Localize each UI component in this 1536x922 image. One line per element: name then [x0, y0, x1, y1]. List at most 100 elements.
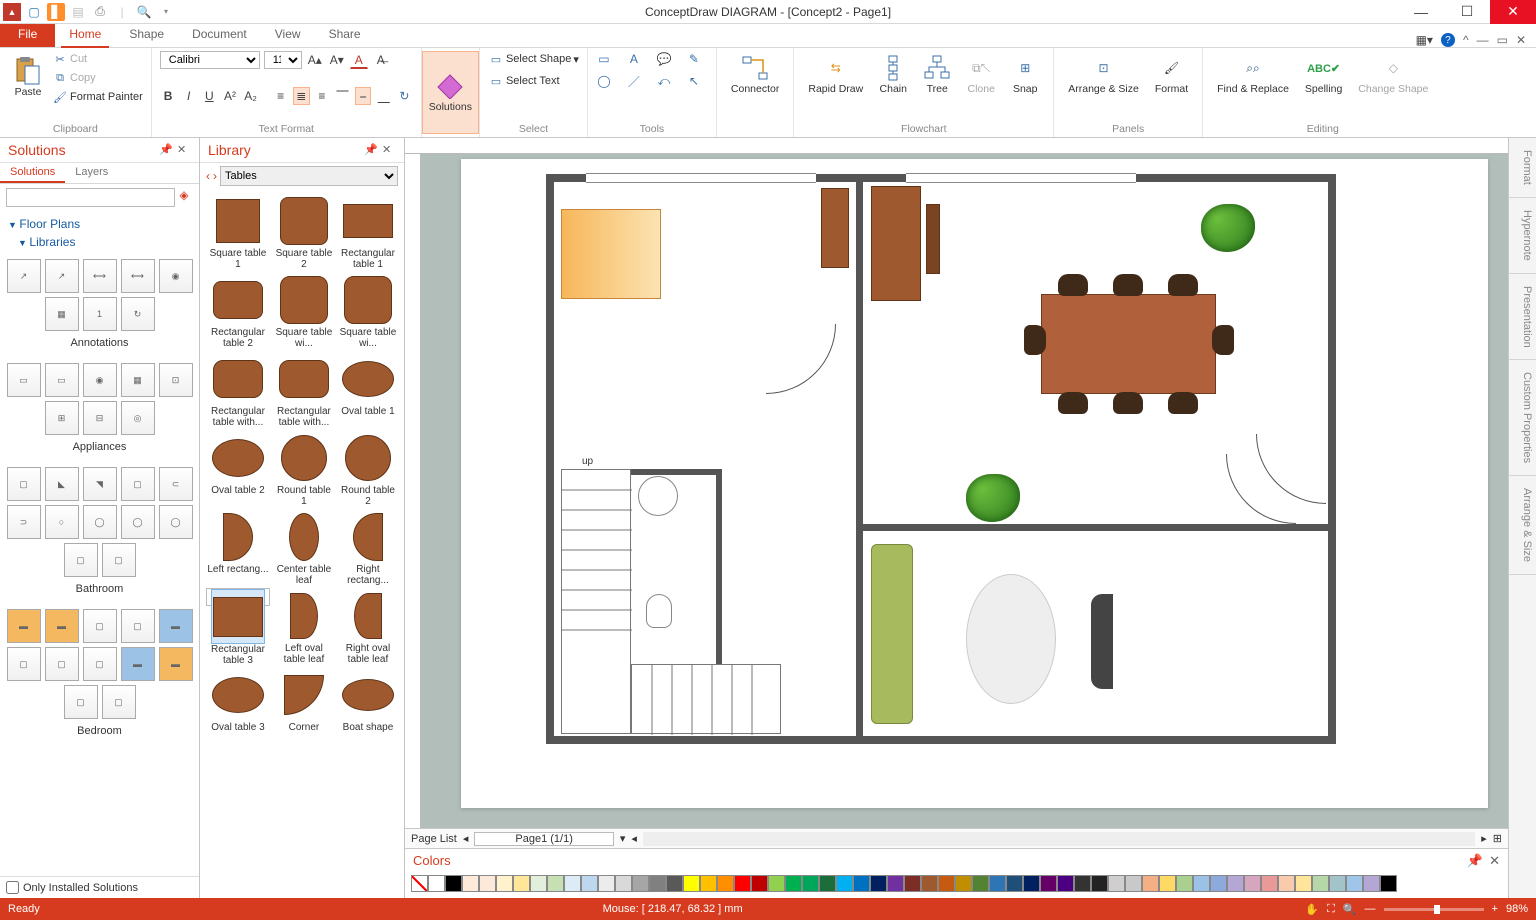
lib-thumb[interactable]: ▦ — [121, 363, 155, 397]
close-panel-icon[interactable]: ✕ — [177, 143, 191, 157]
snap-button[interactable]: ⊞Snap — [1005, 51, 1045, 99]
font-select[interactable]: Calibri — [160, 51, 260, 69]
app-icon[interactable]: ▲ — [3, 3, 21, 21]
maximize-button[interactable]: ☐ — [1444, 0, 1490, 24]
lib-thumb[interactable]: ▢ — [121, 609, 155, 643]
align-left-icon[interactable]: ≡ — [272, 87, 289, 105]
color-swatch[interactable] — [955, 875, 972, 892]
clear-format-icon[interactable]: A̶ — [372, 51, 390, 69]
color-swatch[interactable] — [785, 875, 802, 892]
color-swatch[interactable] — [632, 875, 649, 892]
color-swatch[interactable] — [1380, 875, 1397, 892]
lib-thumb[interactable]: ▢ — [102, 543, 136, 577]
lib-thumb[interactable]: ▭ — [7, 363, 41, 397]
shrink-font-icon[interactable]: A▾ — [328, 51, 346, 69]
paste-button[interactable]: Paste — [8, 54, 48, 102]
color-swatch[interactable] — [938, 875, 955, 892]
no-color-swatch[interactable] — [411, 875, 428, 892]
rtab-arrange-size[interactable]: Arrange & Size — [1509, 476, 1536, 575]
library-select[interactable]: Tables — [220, 166, 398, 186]
color-swatch[interactable] — [853, 875, 870, 892]
color-swatch[interactable] — [989, 875, 1006, 892]
qat-search-icon[interactable]: 🔍 — [135, 3, 153, 21]
layers-subtab[interactable]: Layers — [65, 163, 118, 183]
change-shape-button[interactable]: ◇Change Shape — [1352, 51, 1434, 99]
lib-thumb[interactable]: ○ — [45, 505, 79, 539]
font-size-select[interactable]: 11 — [264, 51, 302, 69]
solutions-categories[interactable]: ↗↗⟷⟷◉▦1↻ Annotations ▭▭◉▦⊡⊞⊟◎ Appliances… — [0, 255, 199, 876]
tab-home[interactable]: Home — [55, 23, 115, 47]
arc-tool-icon[interactable]: ⤺ — [656, 73, 672, 89]
tab-view[interactable]: View — [261, 23, 315, 47]
color-swatch[interactable] — [1244, 875, 1261, 892]
color-swatch[interactable] — [479, 875, 496, 892]
lib-thumb[interactable]: ⊡ — [159, 363, 193, 397]
lib-thumb[interactable]: ⊟ — [83, 401, 117, 435]
format-panel-button[interactable]: 🖌Format — [1149, 51, 1194, 99]
color-swatch[interactable] — [683, 875, 700, 892]
only-installed-checkbox[interactable]: Only Installed Solutions — [0, 876, 199, 898]
close-panel-icon[interactable]: ✕ — [382, 143, 396, 157]
lib-thumb[interactable]: ▢ — [102, 685, 136, 719]
pointer-tool-icon[interactable]: ↖ — [686, 73, 702, 89]
qat-open-icon[interactable]: ▋ — [47, 3, 65, 21]
fit-icon[interactable]: ⛶ — [1327, 903, 1335, 916]
library-shape[interactable]: Oval table 2 — [206, 430, 270, 507]
color-swatch[interactable] — [530, 875, 547, 892]
library-shape[interactable]: Square table 2 — [274, 193, 334, 270]
color-swatch[interactable] — [819, 875, 836, 892]
zoom-in-icon[interactable]: + — [1492, 903, 1498, 915]
rtab-custom-properties[interactable]: Custom Properties — [1509, 360, 1536, 476]
pencil-tool-icon[interactable]: ✎ — [686, 51, 702, 67]
lib-prev-icon[interactable]: ‹ — [206, 169, 210, 183]
color-swatch[interactable] — [1261, 875, 1278, 892]
lib-thumb[interactable]: ◯ — [121, 505, 155, 539]
qat-dropdown-icon[interactable]: ▾ — [157, 3, 175, 21]
cat-annotations[interactable]: Annotations — [0, 335, 199, 359]
mdi-max-icon[interactable]: ▭ — [1497, 33, 1508, 47]
cat-bedroom[interactable]: Bedroom — [0, 723, 199, 747]
lib-thumb[interactable]: ◥ — [83, 467, 117, 501]
ruler-horizontal[interactable] — [405, 138, 1508, 154]
minimize-button[interactable]: — — [1398, 0, 1444, 24]
color-swatch[interactable] — [734, 875, 751, 892]
lib-thumb[interactable]: ◉ — [83, 363, 117, 397]
color-swatch[interactable] — [870, 875, 887, 892]
mdi-min-icon[interactable]: — — [1477, 33, 1489, 47]
rect-tool-icon[interactable]: ▭ — [596, 51, 612, 67]
ribbon-collapse-icon[interactable]: ^ — [1463, 33, 1469, 47]
color-swatch[interactable] — [1125, 875, 1142, 892]
lib-thumb[interactable]: ⟷ — [121, 259, 155, 293]
page-list-button[interactable]: Page List — [411, 833, 457, 845]
page-indicator[interactable]: Page1 (1/1) — [474, 832, 613, 846]
color-swatch[interactable] — [1057, 875, 1074, 892]
library-shape[interactable]: Round table 1 — [274, 430, 334, 507]
color-swatch[interactable] — [1023, 875, 1040, 892]
color-swatch[interactable] — [1159, 875, 1176, 892]
color-swatch[interactable] — [462, 875, 479, 892]
color-swatch[interactable] — [717, 875, 734, 892]
text-rotate-icon[interactable]: ↻ — [396, 87, 413, 105]
ellipse-tool-icon[interactable]: ◯ — [596, 73, 612, 89]
bold-button[interactable]: B — [160, 87, 177, 105]
color-swatch[interactable] — [1040, 875, 1057, 892]
qat-new-icon[interactable]: ▢ — [25, 3, 43, 21]
color-swatch[interactable] — [1346, 875, 1363, 892]
text-tool-icon[interactable]: A — [626, 51, 642, 67]
cat-appliances[interactable]: Appliances — [0, 439, 199, 463]
color-swatch[interactable] — [768, 875, 785, 892]
page-grid-icon[interactable]: ⊞ — [1493, 832, 1502, 845]
library-shape[interactable]: Boat shape — [338, 667, 398, 733]
pan-icon[interactable]: ✋ — [1305, 903, 1319, 916]
color-swatch[interactable] — [751, 875, 768, 892]
find-replace-button[interactable]: ⌕⌕Find & Replace — [1211, 51, 1295, 99]
library-shape[interactable]: Left rectang... — [206, 509, 270, 586]
color-swatch[interactable] — [547, 875, 564, 892]
lib-thumb[interactable]: ▢ — [64, 685, 98, 719]
color-swatch[interactable] — [1312, 875, 1329, 892]
rtab-presentation[interactable]: Presentation — [1509, 274, 1536, 361]
tree-libraries[interactable]: Libraries — [18, 233, 191, 251]
color-swatch[interactable] — [1074, 875, 1091, 892]
subscript-button[interactable]: A₂ — [242, 87, 259, 105]
lib-thumb[interactable]: ◣ — [45, 467, 79, 501]
